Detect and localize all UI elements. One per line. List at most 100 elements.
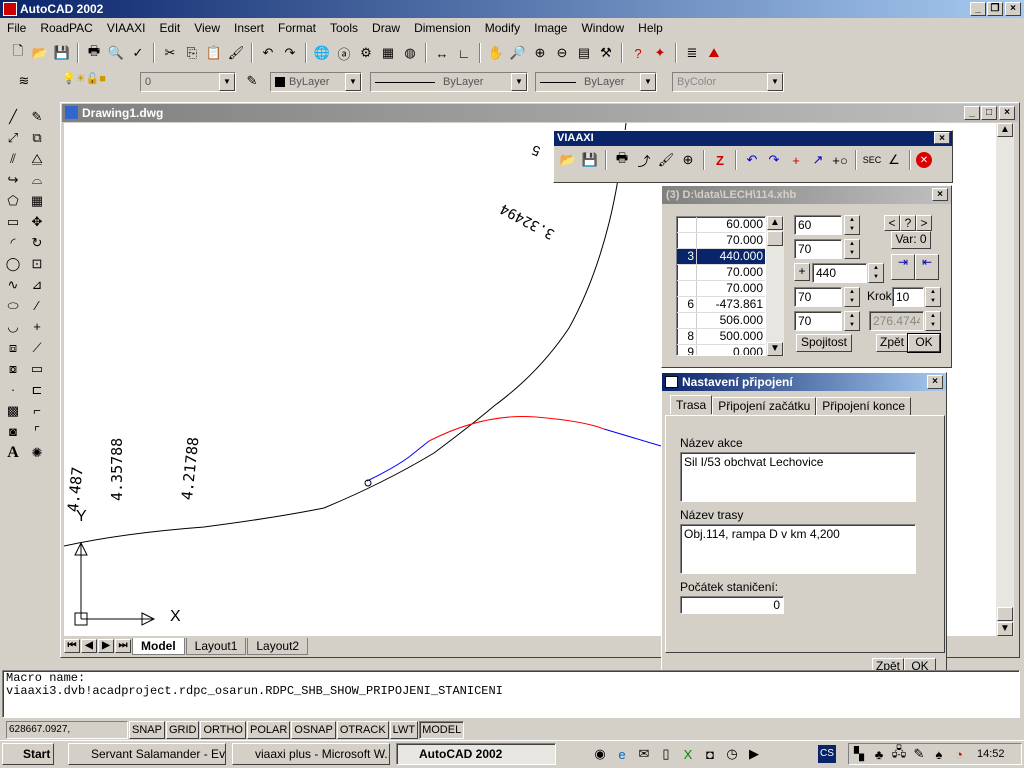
rotate-icon[interactable]: ↻ bbox=[25, 232, 49, 253]
spinner[interactable]: ▲ ▼ bbox=[925, 287, 941, 307]
spinner[interactable]: ▲ ▼ bbox=[868, 263, 884, 283]
table-row[interactable]: 70.000 bbox=[677, 265, 765, 281]
toggle-model[interactable]: MODEL bbox=[419, 721, 465, 739]
add-lr-icon[interactable]: + bbox=[786, 150, 806, 170]
menu-viaaxi[interactable]: VIAAXI bbox=[100, 21, 153, 35]
roadpac-icon[interactable]: ⛰ bbox=[704, 43, 724, 63]
toggle-otrack[interactable]: OTRACK bbox=[336, 721, 389, 739]
pick-icon[interactable]: ⤴ bbox=[634, 150, 654, 170]
value-field-2[interactable] bbox=[794, 239, 842, 259]
break-point-icon[interactable]: ⊏ bbox=[25, 379, 49, 400]
spell-icon[interactable]: ✓ bbox=[128, 43, 148, 63]
fillet-icon[interactable]: ⌜ bbox=[25, 421, 49, 442]
construction-line-icon[interactable]: ⤢ bbox=[1, 127, 25, 148]
distance-icon[interactable]: ↔ bbox=[432, 43, 452, 63]
pocatek-field[interactable]: 0 bbox=[680, 596, 784, 614]
polyline-icon[interactable]: ↪ bbox=[1, 169, 25, 190]
scroll-up-icon[interactable]: ▲ bbox=[767, 216, 783, 230]
task-salamander[interactable]: Servant Salamander - Ev... bbox=[68, 743, 226, 765]
add-point-icon[interactable]: +○ bbox=[830, 150, 850, 170]
quicklaunch-icon[interactable]: ◉ bbox=[590, 744, 610, 764]
restore-button[interactable]: ❐ bbox=[987, 2, 1003, 16]
scroll-down-icon[interactable]: ▼ bbox=[997, 622, 1013, 636]
menu-view[interactable]: View bbox=[187, 21, 227, 35]
move-icon[interactable]: ✥ bbox=[25, 211, 49, 232]
menu-window[interactable]: Window bbox=[574, 21, 631, 35]
tray-icon[interactable]: ♣ bbox=[869, 744, 889, 764]
menu-file[interactable]: File bbox=[0, 21, 33, 35]
rectangle-icon[interactable]: ▭ bbox=[1, 211, 25, 232]
designcenter-icon[interactable]: ⚒ bbox=[596, 43, 616, 63]
arc-icon[interactable]: ◜ bbox=[1, 232, 25, 253]
value-field-5[interactable] bbox=[794, 311, 842, 331]
stretch-icon[interactable]: ⊿ bbox=[25, 274, 49, 295]
menu-roadpac[interactable]: RoadPAC bbox=[33, 21, 99, 35]
menu-edit[interactable]: Edit bbox=[153, 21, 188, 35]
menu-format[interactable]: Format bbox=[271, 21, 323, 35]
value-field-1[interactable] bbox=[794, 215, 842, 235]
offset-icon[interactable]: ⌓ bbox=[25, 169, 49, 190]
circle-icon[interactable]: ◯ bbox=[1, 253, 25, 274]
menu-insert[interactable]: Insert bbox=[227, 21, 271, 35]
color-combo[interactable]: ByLayer ▼ bbox=[270, 72, 362, 92]
spinner[interactable]: ▲ ▼ bbox=[844, 311, 860, 331]
tray-icon[interactable]: ♠ bbox=[929, 744, 949, 764]
start-button[interactable]: Start bbox=[2, 743, 54, 765]
angle-icon[interactable]: ∠ bbox=[884, 150, 904, 170]
var-button[interactable]: Var: 0 bbox=[891, 231, 931, 249]
tray-icon[interactable]: ▚ bbox=[849, 744, 869, 764]
next-button[interactable]: > bbox=[916, 215, 932, 231]
layers-icon[interactable]: ≋ bbox=[14, 71, 34, 91]
save-axis-icon[interactable]: 💾 bbox=[580, 150, 600, 170]
table-row[interactable]: 8 500.000 bbox=[677, 329, 765, 345]
element-table[interactable]: 60.000 70.000 3 440.000 70.000 70.000 6 -473.86… bbox=[676, 216, 766, 356]
table-row[interactable]: 506.000 bbox=[677, 313, 765, 329]
toggle-snap[interactable]: SNAP bbox=[129, 721, 165, 739]
scroll-down-icon[interactable]: ▼ bbox=[767, 342, 783, 356]
prev-button[interactable]: < bbox=[884, 215, 900, 231]
krok-field[interactable] bbox=[892, 287, 924, 307]
ellipse-icon[interactable]: ⬭ bbox=[1, 295, 25, 316]
table-row[interactable]: 70.000 bbox=[677, 281, 765, 297]
language-indicator[interactable]: CS bbox=[818, 745, 836, 763]
polygon-icon[interactable]: ⬠ bbox=[1, 190, 25, 211]
mirror-icon[interactable]: ⧋ bbox=[25, 148, 49, 169]
point-icon[interactable]: · bbox=[1, 379, 25, 400]
sec-icon[interactable]: SEC bbox=[862, 150, 882, 170]
preview-icon[interactable]: 🔍 bbox=[106, 43, 126, 63]
tab-layout2[interactable]: Layout2 bbox=[247, 637, 309, 655]
line-icon[interactable]: ╱ bbox=[1, 106, 25, 127]
ucs-icon[interactable]: ∟ bbox=[454, 43, 474, 63]
redo-icon[interactable]: ↷ bbox=[280, 43, 300, 63]
ok-button[interactable]: OK bbox=[907, 333, 941, 353]
calc-icon[interactable]: ▯ bbox=[656, 744, 676, 764]
globe-icon[interactable]: ◍ bbox=[400, 43, 420, 63]
tab-pripojeni-zacatku[interactable]: Připojení začátku bbox=[712, 397, 817, 416]
cut-icon[interactable]: ✂ bbox=[160, 43, 180, 63]
layer-combo[interactable]: 0 ▼ bbox=[140, 72, 236, 92]
zoom-window-icon[interactable]: ⊕ bbox=[530, 43, 550, 63]
ellipse-arc-icon[interactable]: ◡ bbox=[1, 316, 25, 337]
chamfer-icon[interactable]: ⌐ bbox=[25, 400, 49, 421]
region-icon[interactable]: ◙ bbox=[1, 421, 25, 442]
extend-icon[interactable]: ⟋ bbox=[25, 337, 49, 358]
first-tab-icon[interactable]: ⏮ bbox=[64, 639, 80, 653]
tab-layout1[interactable]: Layout1 bbox=[185, 637, 247, 655]
tab-model[interactable]: Model bbox=[132, 637, 185, 655]
spline-icon[interactable]: ∿ bbox=[1, 274, 25, 295]
task-word[interactable]: viaaxi plus - Microsoft W... bbox=[232, 743, 390, 765]
lengthen-icon[interactable]: ⁄ bbox=[25, 295, 49, 316]
toggle-ortho[interactable]: ORTHO bbox=[200, 721, 246, 739]
pen-icon[interactable]: ✎ bbox=[909, 744, 929, 764]
nazev-trasy-field[interactable]: Obj.114, rampa D v km 4,200 bbox=[680, 524, 916, 574]
tab-trasa[interactable]: Trasa bbox=[670, 395, 713, 414]
tab-pripojeni-konce[interactable]: Připojení konce bbox=[816, 397, 912, 416]
save-icon[interactable]: 💾 bbox=[52, 43, 72, 63]
curve-back-icon[interactable]: ↶ bbox=[742, 150, 762, 170]
new-icon[interactable]: 🗋 bbox=[8, 43, 28, 63]
xhb-close-button[interactable]: × bbox=[932, 188, 948, 201]
value-field-3[interactable] bbox=[812, 263, 867, 283]
vertical-scrollbar[interactable]: ▲ ▼ bbox=[996, 123, 1014, 636]
dbconnect-icon[interactable]: ⚙ bbox=[356, 43, 376, 63]
open-icon[interactable]: 📂 bbox=[30, 43, 50, 63]
